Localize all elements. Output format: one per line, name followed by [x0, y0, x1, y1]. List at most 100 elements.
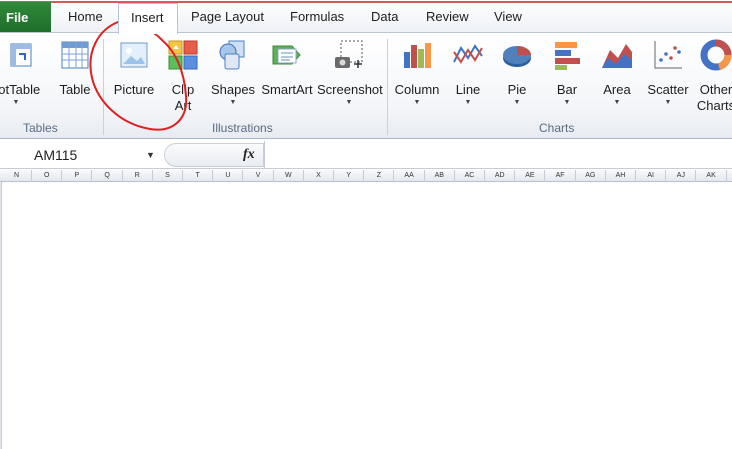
- column-header-u[interactable]: U: [213, 170, 244, 182]
- column-header-y[interactable]: Y: [334, 170, 365, 182]
- line-chart-icon: [453, 44, 483, 64]
- table-label: Table: [59, 82, 91, 97]
- column-header-ai[interactable]: AI: [636, 170, 667, 182]
- chevron-down-icon[interactable]: ▼: [146, 150, 155, 160]
- column-header-s[interactable]: S: [153, 170, 183, 182]
- shapes-label: Shapes: [210, 82, 256, 97]
- pivottable-button[interactable]: votTable ▼: [0, 38, 46, 107]
- column-header-z[interactable]: Z: [364, 170, 395, 182]
- bar-chart-button[interactable]: Bar ▼: [549, 38, 585, 107]
- group-separator: [387, 39, 388, 135]
- column-header-ad[interactable]: AD: [485, 170, 516, 182]
- worksheet-grid[interactable]: [3, 183, 732, 449]
- column-header-q[interactable]: Q: [93, 170, 123, 182]
- line-chart-button[interactable]: Line ▼: [450, 38, 486, 107]
- clip-art-label: Clip Art: [166, 82, 200, 114]
- column-header-o[interactable]: O: [32, 170, 63, 182]
- tab-data[interactable]: Data: [371, 9, 398, 24]
- chevron-down-icon: ▼: [464, 99, 472, 106]
- column-header-aa[interactable]: AA: [395, 170, 425, 182]
- screenshot-icon: [335, 40, 363, 68]
- column-header-v[interactable]: V: [244, 170, 274, 182]
- column-header-p[interactable]: P: [62, 170, 93, 182]
- screenshot-button[interactable]: Screenshot ▼: [317, 38, 383, 107]
- column-header-aj[interactable]: AJ: [666, 170, 697, 182]
- column-header-t[interactable]: T: [183, 170, 214, 182]
- group-label-tables: Tables: [23, 121, 58, 135]
- pivottable-label: votTable: [0, 82, 41, 97]
- smartart-button[interactable]: SmartArt: [260, 38, 314, 97]
- scatter-label: Scatter: [647, 82, 689, 97]
- other-charts-label-line1: Other: [699, 82, 732, 97]
- column-chart-button[interactable]: Column ▼: [393, 38, 441, 107]
- formula-divider: [264, 141, 265, 169]
- column-header-af[interactable]: AF: [546, 170, 576, 182]
- group-separator: [103, 39, 104, 135]
- group-label-illustrations: Illustrations: [212, 121, 273, 135]
- ribbon-tab-bar: File Home Insert Page Layout Formulas Da…: [0, 0, 732, 34]
- table-button[interactable]: Table: [55, 38, 95, 97]
- other-charts-label: Other Charts: [696, 82, 732, 114]
- scatter-chart-icon: [654, 41, 682, 69]
- chevron-down-icon: ▼: [413, 99, 421, 106]
- column-header-n[interactable]: N: [2, 170, 32, 182]
- picture-button[interactable]: Picture: [112, 38, 156, 97]
- column-header-ag[interactable]: AG: [576, 170, 606, 182]
- column-chart-icon: [404, 43, 431, 68]
- column-header-ac[interactable]: AC: [455, 170, 485, 182]
- column-header-ab[interactable]: AB: [425, 170, 455, 182]
- row-headers: [0, 182, 2, 449]
- column-header-ak[interactable]: AK: [697, 170, 727, 182]
- tab-page-layout[interactable]: Page Layout: [191, 9, 264, 24]
- ribbon-insert: votTable ▼ Table Tables Picture Cl: [0, 32, 732, 139]
- column-header-r[interactable]: R: [123, 170, 153, 182]
- tab-home[interactable]: Home: [68, 9, 103, 24]
- clip-art-icon: [168, 40, 198, 70]
- tab-review[interactable]: Review: [426, 9, 469, 24]
- formula-input[interactable]: [268, 145, 728, 165]
- name-box[interactable]: AM115: [0, 143, 160, 167]
- area-chart-button[interactable]: Area ▼: [599, 38, 635, 107]
- shapes-icon: [219, 40, 245, 70]
- chevron-down-icon: ▼: [563, 99, 571, 106]
- column-header-ah[interactable]: AH: [606, 170, 636, 182]
- formula-bar: AM115 ▼ fx: [0, 141, 732, 169]
- insert-function-icon[interactable]: fx: [243, 147, 255, 163]
- smartart-icon: [272, 45, 301, 65]
- group-label-charts: Charts: [539, 121, 575, 135]
- title-accent-line: [0, 1, 732, 3]
- shapes-button[interactable]: Shapes ▼: [210, 38, 256, 107]
- clip-art-button[interactable]: Clip Art: [166, 38, 200, 114]
- area-chart-icon: [602, 44, 632, 68]
- column-header-ae[interactable]: AE: [515, 170, 546, 182]
- pivottable-icon: [10, 43, 32, 67]
- bar-chart-icon: [555, 42, 580, 70]
- donut-chart-icon: [700, 39, 732, 71]
- chevron-down-icon: ▼: [345, 99, 353, 106]
- tab-insert[interactable]: Insert: [118, 3, 178, 34]
- other-charts-button[interactable]: Other Charts: [696, 38, 732, 114]
- tab-file[interactable]: File: [0, 2, 51, 32]
- chevron-down-icon: ▼: [229, 99, 237, 106]
- smartart-label: SmartArt: [261, 82, 313, 97]
- table-icon: [61, 41, 89, 69]
- chevron-down-icon: ▼: [613, 99, 621, 106]
- chevron-down-icon: ▼: [513, 99, 521, 106]
- scatter-chart-button[interactable]: Scatter ▼: [646, 38, 690, 107]
- chevron-down-icon: ▼: [664, 99, 672, 106]
- clip-art-label-line2: Art: [174, 98, 192, 113]
- column-header-w[interactable]: W: [274, 170, 304, 182]
- pie-chart-button[interactable]: Pie ▼: [499, 38, 535, 107]
- picture-icon: [120, 42, 148, 68]
- tab-formulas[interactable]: Formulas: [290, 9, 344, 24]
- column-headers: N O P Q R S T U V W X Y Z AA AB AC AD AE AF AG AH AI AJ AK: [0, 170, 732, 182]
- tab-view[interactable]: View: [494, 9, 522, 24]
- area-label: Area: [603, 82, 631, 97]
- other-charts-label-line2: Charts: [696, 98, 732, 113]
- screenshot-label: Screenshot: [317, 82, 383, 97]
- pie-chart-icon: [503, 46, 531, 67]
- column-header-x[interactable]: X: [304, 170, 334, 182]
- column-label: Column: [394, 82, 440, 97]
- line-label: Line: [455, 82, 481, 97]
- picture-label: Picture: [113, 82, 155, 97]
